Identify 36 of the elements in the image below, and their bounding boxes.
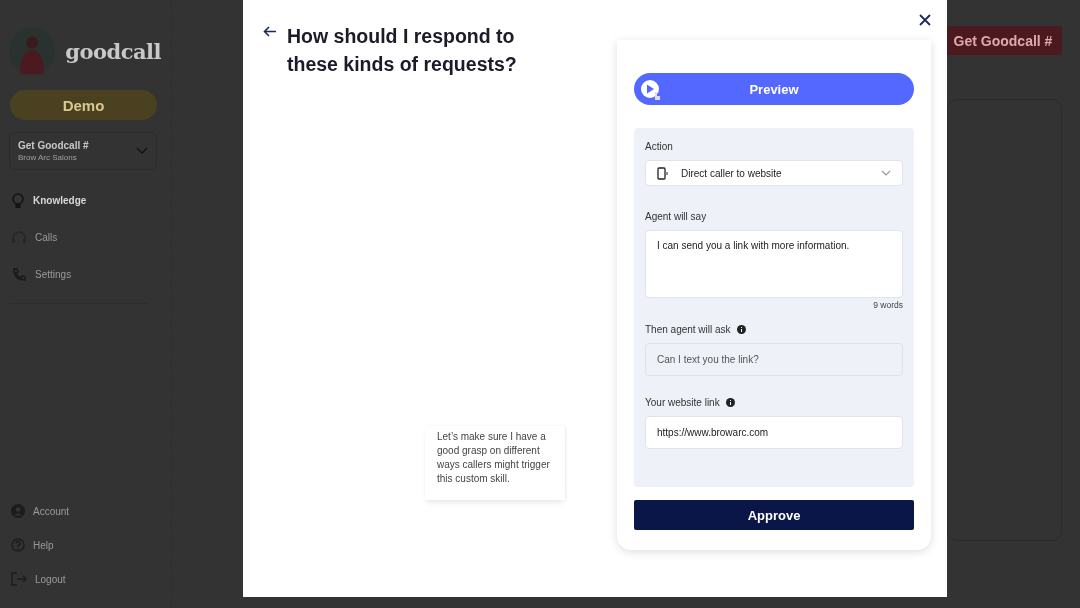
approve-button[interactable]: Approve [634, 500, 914, 530]
nav-item[interactable]: Account [9, 494, 161, 528]
mobile-phone-icon [657, 166, 669, 180]
logo: goodcall [65, 38, 161, 64]
chevron-down-icon [881, 170, 891, 176]
get-number-button[interactable]: Get Goodcall # [944, 26, 1062, 55]
number-dropdown[interactable]: Get Goodcall # Brow Arc Salons [9, 132, 157, 170]
modal-title: How should I respond to these kinds of requests? [287, 24, 518, 77]
field-label: Then agent will ask [645, 323, 731, 335]
chevron-down-icon [136, 147, 148, 155]
agent-message-field[interactable]: I can send you a link with more information. [645, 230, 903, 298]
nav-item[interactable]: Logout [9, 562, 161, 596]
nav-item[interactable]: Knowledge [9, 182, 149, 219]
phone-icon [11, 266, 27, 283]
preview-button[interactable]: Preview [634, 73, 914, 105]
field-label: Your website link [645, 396, 720, 408]
website-link-field[interactable]: https://www.browarc.com [645, 416, 903, 449]
dropdown-label: Get Goodcall # [18, 140, 89, 151]
nav-item[interactable]: Calls [9, 219, 149, 256]
field-label: Action [645, 140, 674, 152]
nav-item[interactable]: Help [9, 528, 161, 562]
word-count: 9 words [872, 300, 903, 310]
account-icon [11, 504, 25, 518]
dropdown-sublabel: Brow Arc Salons [18, 153, 78, 162]
help-icon [11, 538, 25, 552]
lightbulb-icon [11, 192, 25, 209]
nav-item[interactable]: Settings [9, 256, 149, 293]
close-icon[interactable] [919, 14, 931, 26]
field-label: Agent will say [645, 210, 708, 222]
chat-bubble: Let’s make sure I have a good grasp on different ways callers might trigger this custom skill. [425, 426, 565, 500]
agent-question-field[interactable]: Can I text you the link? [645, 343, 903, 376]
demo-button[interactable]: Demo [10, 90, 157, 120]
info-icon [736, 324, 746, 334]
action-dropdown[interactable]: Direct caller to website [645, 160, 903, 186]
back-arrow-icon[interactable] [263, 26, 277, 37]
info-icon [725, 397, 735, 407]
